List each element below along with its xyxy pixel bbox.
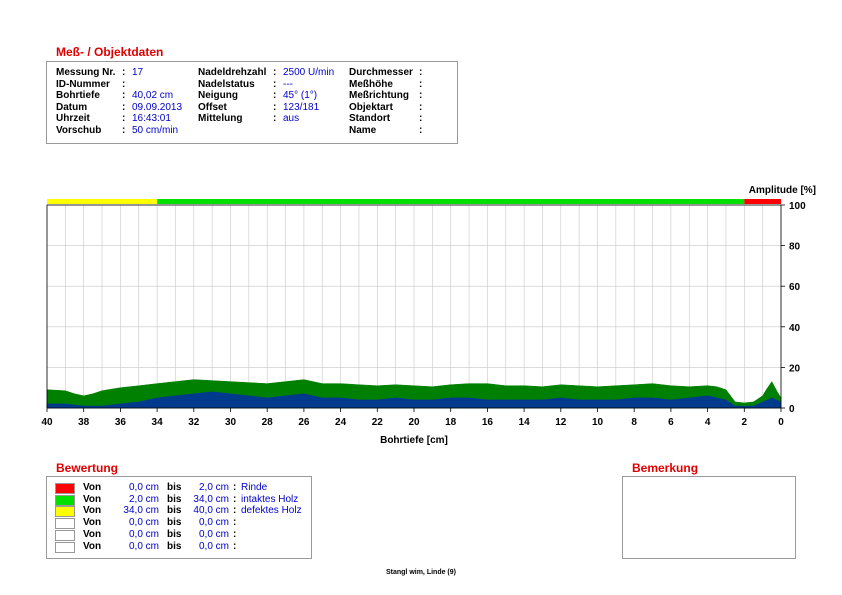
x-axis-label: Bohrtiefe [cm] [380, 435, 448, 446]
x-tick-label: 36 [115, 417, 127, 428]
legend-swatch [55, 483, 75, 494]
legend-bis: bis [167, 505, 182, 517]
x-tick-label: 6 [668, 417, 674, 428]
footer-text: Stangl wim, Linde (9) [385, 569, 456, 576]
legend-colon: : [233, 517, 237, 529]
x-tick-label: 8 [631, 417, 637, 428]
legend-bis: bis [167, 517, 182, 529]
y-axis-label: Amplitude [%] [749, 185, 816, 196]
legend-swatch [55, 494, 75, 506]
legend-from: 0,0 cm [128, 517, 159, 529]
bemerkung-title: Bemerkung [632, 461, 699, 475]
legend-label: intaktes Holz [241, 493, 299, 505]
legend-colon: : [233, 493, 237, 505]
legend-label: Rinde [241, 482, 268, 493]
y-tick-label: 20 [789, 363, 801, 374]
y-tick-label: 80 [789, 242, 801, 253]
legend-from: 34,0 cm [123, 505, 159, 517]
legend-bis: bis [167, 540, 182, 552]
x-tick-label: 16 [482, 417, 494, 428]
legend-bis: bis [167, 482, 182, 493]
x-tick-label: 10 [592, 417, 604, 428]
x-tick-label: 22 [372, 417, 384, 428]
zone-segment [47, 199, 158, 204]
legend-swatch [55, 506, 75, 518]
legend-swatch [55, 541, 75, 553]
legend-from: 0,0 cm [128, 482, 159, 493]
y-tick-label: 60 [789, 282, 801, 293]
zone-segment [157, 199, 745, 204]
legend-label: defektes Holz [241, 505, 302, 517]
bemerkung-text [623, 477, 795, 485]
x-tick-label: 20 [408, 417, 420, 428]
legend-bis: bis [167, 493, 182, 505]
bemerkung-box [622, 476, 796, 559]
x-tick-label: 34 [152, 417, 164, 428]
x-tick-label: 24 [335, 417, 347, 428]
legend-colon: : [233, 540, 237, 552]
amplitude-chart: Amplitude [%] 40 38 36 34 32 30 28 26 24 22 20 18 16… [41, 185, 816, 446]
x-tick-label: 12 [555, 417, 567, 428]
x-tick-label: 28 [262, 417, 274, 428]
legend-colon: : [233, 482, 237, 493]
legend-from: 2,0 cm [128, 493, 159, 505]
legend-swatch [55, 518, 75, 530]
legend-to: 34,0 cm [193, 493, 229, 505]
y-tick-label: 0 [789, 404, 795, 415]
legend-to: 0,0 cm [198, 540, 229, 552]
legend-bis: bis [167, 528, 182, 540]
legend-from: 0,0 cm [128, 540, 159, 552]
y-tick-label: 40 [789, 323, 801, 334]
x-tick-label: 38 [78, 417, 90, 428]
legend-to: 0,0 cm [198, 528, 229, 540]
legend-from: 0,0 cm [128, 528, 159, 540]
x-tick-label: 40 [41, 417, 53, 428]
legend-colon: : [233, 505, 237, 517]
bewertung-box: Von 0,0 cm bis 2,0 cm: Rinde Von 2,0 cm bis 34,0… [46, 476, 312, 559]
x-tick-label: 2 [742, 417, 748, 428]
x-tick-label: 26 [298, 417, 310, 428]
x-tick-label: 0 [778, 417, 784, 428]
legend-swatch [55, 529, 75, 541]
legend-to: 0,0 cm [198, 517, 229, 529]
legend-colon: : [233, 528, 237, 540]
legend-to: 40,0 cm [193, 505, 229, 517]
legend-to: 2,0 cm [198, 482, 229, 493]
y-tick-label: 100 [789, 201, 806, 212]
x-tick-label: 4 [705, 417, 711, 428]
x-tick-label: 18 [445, 417, 457, 428]
x-tick-label: 32 [188, 417, 200, 428]
x-tick-label: 14 [519, 417, 531, 428]
bewertung-title: Bewertung [56, 461, 119, 475]
zone-segment [744, 199, 781, 204]
x-tick-label: 30 [225, 417, 237, 428]
